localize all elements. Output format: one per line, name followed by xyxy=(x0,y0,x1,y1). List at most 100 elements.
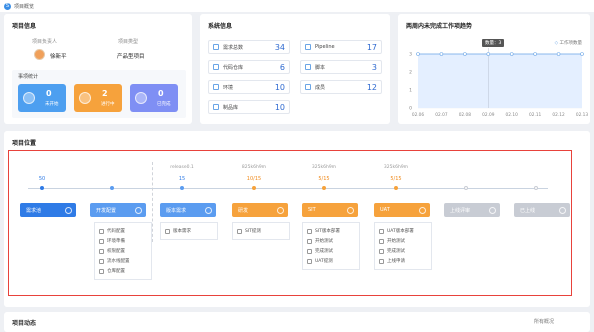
step-1[interactable]: 开发配置 xyxy=(90,203,146,217)
task-item[interactable]: 开始测试 xyxy=(379,236,427,246)
x-tick-label: 02.10 xyxy=(506,112,519,118)
step-4[interactable]: SIT xyxy=(302,203,358,217)
task-label: 版本需求 xyxy=(173,229,191,234)
step-dot xyxy=(534,186,538,190)
x-tick-label: 02.08 xyxy=(459,112,472,118)
x-tick-label: 02.12 xyxy=(552,112,565,118)
owner-name[interactable]: 徐新平 xyxy=(50,52,67,60)
step-version: 825k6h9m xyxy=(241,165,267,170)
task-icon xyxy=(237,228,242,234)
sys-item-script[interactable]: 脚本 3 xyxy=(300,60,382,74)
stats-panel: 事项统计 0 未开始 2 进行中 0 已完成 xyxy=(12,70,186,118)
chart-tooltip: 数量：3 xyxy=(482,39,505,47)
task-icon xyxy=(307,258,312,264)
sys-value: 12 xyxy=(366,82,377,92)
task-item[interactable]: 完成测试 xyxy=(379,246,427,256)
task-icon xyxy=(307,228,312,234)
step-ratio: 10/15 xyxy=(246,176,262,182)
task-item[interactable]: UAT版本部署 xyxy=(379,226,427,236)
sys-value: 34 xyxy=(274,42,285,52)
task-icon xyxy=(99,228,104,234)
task-label: SIT提测 xyxy=(245,229,261,234)
x-tick-label: 02.13 xyxy=(576,112,589,118)
stat-label: 进行中 xyxy=(101,102,115,107)
sys-item-requirements[interactable]: 需求总数 34 xyxy=(208,40,290,54)
step-ratio: 50 xyxy=(38,176,46,182)
dynamics-title: 项目动态 xyxy=(12,320,37,327)
data-point xyxy=(533,52,537,56)
stat-in-progress[interactable]: 2 进行中 xyxy=(74,84,122,112)
dev-config-tasks: 代码配置环境準備权限配置流水线配置仓库配置 xyxy=(94,222,152,280)
trend-chart[interactable]: 3 2 1 002.06 02.07 02.08 02.09 02.10 02.11 02.12 0… xyxy=(398,14,590,124)
project-info-title: 项目信息 xyxy=(12,23,37,30)
more-link[interactable]: 所有概况 xyxy=(534,318,554,325)
sys-label: 制品库 xyxy=(223,104,239,111)
data-point xyxy=(580,52,584,56)
step-label: 需求池 xyxy=(26,207,42,214)
sys-item-members[interactable]: 成员 12 xyxy=(300,80,382,94)
y-tick-label: 2 xyxy=(409,70,412,76)
data-point xyxy=(556,52,561,56)
task-label: 仓库配置 xyxy=(107,269,125,274)
check-icon xyxy=(135,92,147,104)
task-icon xyxy=(379,228,384,234)
system-info-card: 系统信息 需求总数 34 Pipeline 17 代码仓库 6 脚本 3 环境 10 成员… xyxy=(200,14,390,124)
sys-item-repo[interactable]: 代码仓库 6 xyxy=(208,60,290,74)
task-item[interactable]: 代码配置 xyxy=(99,226,147,236)
x-tick-label: 02.09 xyxy=(482,112,495,118)
system-info-title: 系统信息 xyxy=(208,23,233,30)
users-icon xyxy=(305,84,311,90)
sys-label: 需求总数 xyxy=(223,44,244,51)
step-dot xyxy=(40,186,44,190)
type-label: 项目类型 xyxy=(118,39,139,45)
data-point xyxy=(463,52,467,56)
sys-label: Pipeline xyxy=(315,44,335,50)
task-item[interactable]: UAT提测 xyxy=(307,256,355,266)
task-item[interactable]: 环境準備 xyxy=(99,236,147,246)
task-item[interactable]: 上线申请 xyxy=(379,256,427,266)
task-item[interactable]: SIT版本部署 xyxy=(307,226,355,236)
sys-item-artifacts[interactable]: 制品库 10 xyxy=(208,100,290,114)
sys-item-env[interactable]: 环境 10 xyxy=(208,80,290,94)
task-item[interactable]: 权限配置 xyxy=(99,246,147,256)
task-label: UAT提测 xyxy=(315,259,333,264)
stat-not-started[interactable]: 0 未开始 xyxy=(18,84,66,112)
stat-label: 已完成 xyxy=(157,102,171,107)
step-label: 研发 xyxy=(238,207,249,214)
task-item[interactable]: 完成测试 xyxy=(307,246,355,256)
task-label: 环境準備 xyxy=(107,239,125,244)
task-item[interactable]: SIT提测 xyxy=(237,226,285,236)
step-dot xyxy=(464,186,468,190)
task-icon xyxy=(99,258,104,264)
stat-done[interactable]: 0 已完成 xyxy=(130,84,178,112)
task-item[interactable]: 版本需求 xyxy=(165,226,213,236)
avatar xyxy=(34,49,45,60)
step-7[interactable]: 已上线 xyxy=(514,203,570,217)
sys-label: 脚本 xyxy=(315,64,326,71)
sys-value: 6 xyxy=(279,62,285,72)
step-5[interactable]: UAT xyxy=(374,203,430,217)
step-3[interactable]: 研发 xyxy=(232,203,288,217)
task-label: 流水线配置 xyxy=(107,259,130,264)
server-icon xyxy=(213,84,219,90)
sys-item-pipeline[interactable]: Pipeline 17 xyxy=(300,40,382,54)
task-label: 代码配置 xyxy=(107,229,125,234)
task-icon xyxy=(307,248,312,254)
task-item[interactable]: 仓库配置 xyxy=(99,266,147,276)
step-0[interactable]: 需求池 xyxy=(20,203,76,217)
position-title: 项目位置 xyxy=(12,140,37,147)
step-2[interactable]: 版本需求 xyxy=(160,203,216,217)
step-dot xyxy=(180,186,184,190)
check-circle-icon xyxy=(489,206,496,214)
version-tasks: 版本需求 xyxy=(160,222,218,240)
step-label: 版本需求 xyxy=(166,207,187,214)
uat-tasks: UAT版本部署 开始测试 完成测试 上线申请 xyxy=(374,222,432,270)
task-item[interactable]: 开始测试 xyxy=(307,236,355,246)
check-circle-icon xyxy=(65,206,72,214)
task-item[interactable]: 流水线配置 xyxy=(99,256,147,266)
step-dot xyxy=(252,186,256,190)
step-label: 上线评审 xyxy=(450,207,471,214)
task-icon xyxy=(99,268,104,274)
step-6[interactable]: 上线评审 xyxy=(444,203,500,217)
task-icon xyxy=(99,248,104,254)
